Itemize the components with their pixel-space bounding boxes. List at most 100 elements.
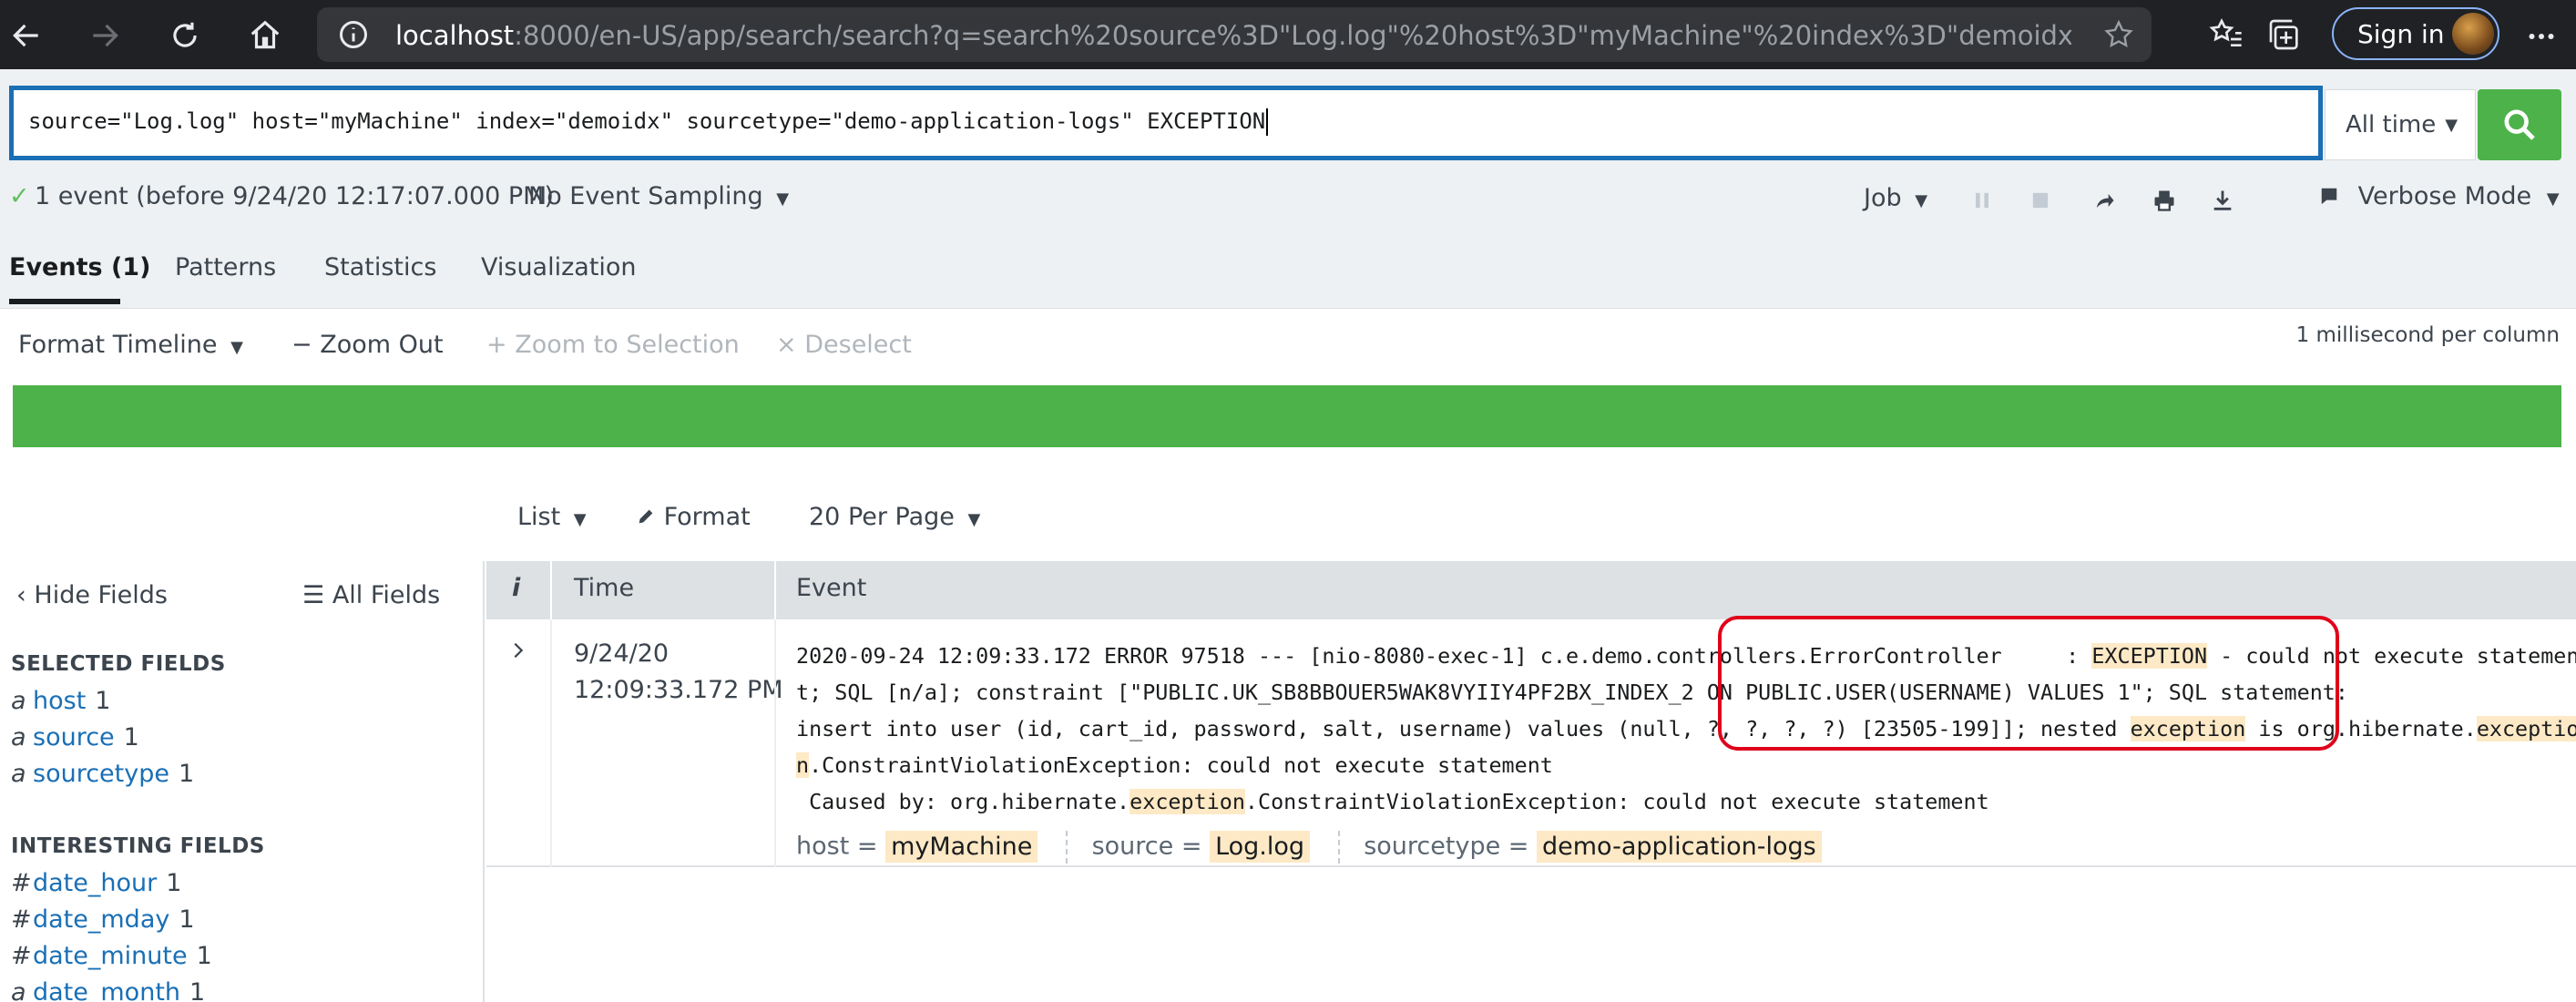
site-info-icon[interactable] bbox=[337, 18, 370, 51]
refresh-button[interactable] bbox=[162, 13, 208, 58]
sign-in-label: Sign in bbox=[2357, 18, 2445, 49]
tab-visualization[interactable]: Visualization bbox=[481, 253, 637, 281]
interesting-fields-heading: INTERESTING FIELDS bbox=[11, 834, 265, 858]
field-count: 1 bbox=[196, 942, 212, 970]
search-term-highlight[interactable]: n bbox=[796, 752, 810, 778]
more-options-icon[interactable] bbox=[2523, 20, 2560, 53]
field-item[interactable]: a sourcetype 1 bbox=[11, 760, 194, 788]
event-sampling-menu[interactable]: No Event Sampling ▼ bbox=[528, 182, 789, 210]
stop-icon[interactable] bbox=[2028, 188, 2053, 213]
search-icon bbox=[2504, 109, 2535, 140]
deselect-button[interactable]: × Deselect bbox=[776, 331, 912, 359]
field-value[interactable]: demo-application-logs bbox=[1537, 830, 1822, 863]
field-type-icon: a bbox=[11, 687, 26, 715]
field-item[interactable]: #date_hour 1 bbox=[11, 869, 181, 897]
caret-down-icon: ▼ bbox=[2445, 115, 2458, 135]
timeline-histogram-bar[interactable] bbox=[13, 385, 2561, 447]
raw-segment: .ConstraintViolationException: could not… bbox=[809, 752, 1553, 778]
address-bar[interactable]: localhost:8000/en-US/app/search/search?q… bbox=[317, 7, 2152, 62]
field-count: 1 bbox=[178, 760, 195, 788]
format-timeline-menu[interactable]: Format Timeline ▼ bbox=[18, 331, 243, 359]
per-page-label: 20 Per Page bbox=[809, 503, 955, 531]
raw-line: Caused by: org.hibernate.exception.Const… bbox=[796, 783, 2572, 820]
selected-fields-heading: SELECTED FIELDS bbox=[11, 652, 226, 676]
tab-statistics[interactable]: Statistics bbox=[324, 253, 436, 281]
format-button[interactable]: Format bbox=[636, 503, 751, 531]
forward-button[interactable] bbox=[82, 13, 128, 58]
back-arrow-icon bbox=[13, 24, 38, 47]
caret-down-icon: ▼ bbox=[230, 338, 243, 357]
results-controls: List ▼ Format 20 Per Page ▼ bbox=[0, 492, 2576, 547]
event-date: 9/24/20 bbox=[574, 639, 670, 668]
forward-arrow-icon bbox=[93, 24, 118, 47]
search-query-input[interactable]: source="Log.log" host="myMachine" index=… bbox=[9, 86, 2323, 160]
tab-patterns[interactable]: Patterns bbox=[175, 253, 276, 281]
export-icon[interactable] bbox=[2210, 188, 2235, 213]
search-button[interactable] bbox=[2478, 89, 2561, 160]
all-fields-label: All Fields bbox=[332, 581, 441, 609]
search-term-highlight[interactable]: exceptio bbox=[2476, 716, 2576, 741]
search-query-text: source="Log.log" host="myMachine" index=… bbox=[28, 108, 1266, 134]
search-term-highlight[interactable]: exception bbox=[2130, 716, 2246, 741]
zoom-out-label: Zoom Out bbox=[320, 331, 444, 359]
favorite-star-icon[interactable] bbox=[2102, 18, 2135, 51]
raw-segment: 2020-09-24 12:09:33.172 ERROR 97518 --- … bbox=[796, 643, 2092, 669]
share-icon[interactable] bbox=[2091, 188, 2117, 213]
time-range-picker[interactable]: All time ▼ bbox=[2325, 89, 2476, 160]
active-tab-indicator bbox=[9, 299, 120, 304]
pause-icon[interactable] bbox=[1969, 188, 1995, 213]
field-count: 1 bbox=[95, 687, 111, 715]
event-raw-text: 2020-09-24 12:09:33.172 ERROR 97518 --- … bbox=[796, 638, 2576, 820]
zoom-out-button[interactable]: − Zoom Out bbox=[291, 331, 444, 359]
field-item[interactable]: #date_minute 1 bbox=[11, 942, 212, 970]
url-text: localhost:8000/en-US/app/search/search?q… bbox=[395, 20, 2071, 51]
field-item[interactable]: a source 1 bbox=[11, 723, 139, 752]
field-item[interactable]: #date_mday 1 bbox=[11, 905, 195, 934]
search-term-highlight[interactable]: exception bbox=[1130, 789, 1245, 814]
job-menu[interactable]: Job ▼ bbox=[1864, 184, 1927, 212]
collections-icon[interactable] bbox=[2266, 16, 2303, 53]
field-separator bbox=[1066, 831, 1068, 864]
field-item[interactable]: a date_month 1 bbox=[11, 978, 205, 1002]
favorites-list-icon[interactable] bbox=[2208, 16, 2244, 53]
search-term-highlight[interactable]: EXCEPTION bbox=[2091, 643, 2208, 669]
field-name: sourcetype bbox=[33, 760, 169, 788]
tab-events[interactable]: Events (1) bbox=[9, 253, 150, 281]
zoom-to-selection-button[interactable]: + Zoom to Selection bbox=[486, 331, 740, 359]
print-icon[interactable] bbox=[2152, 188, 2177, 213]
field-item[interactable]: a host 1 bbox=[11, 687, 110, 715]
list-view-menu[interactable]: List ▼ bbox=[517, 503, 587, 531]
home-button[interactable] bbox=[242, 13, 288, 58]
sign-in-button[interactable]: Sign in bbox=[2332, 7, 2499, 60]
search-mode-icon bbox=[2321, 188, 2337, 205]
all-fields-button[interactable]: ☰ All Fields bbox=[302, 581, 440, 609]
field-type-icon: # bbox=[11, 905, 32, 934]
chevron-left-icon: ‹ bbox=[16, 581, 26, 609]
event-column-header: Event bbox=[796, 574, 867, 602]
back-button[interactable] bbox=[4, 13, 49, 58]
field-key: sourcetype = bbox=[1364, 832, 1529, 861]
event-clock: 12:09:33.172 PM bbox=[574, 676, 783, 704]
raw-segment: insert into user (id, cart_id, password,… bbox=[796, 716, 2131, 741]
fields-sidebar: ‹ Hide Fields ☰ All Fields SELECTED FIEL… bbox=[0, 561, 485, 1002]
field-key: host = bbox=[796, 832, 878, 861]
raw-segment: Caused by: org.hibernate. bbox=[796, 789, 1130, 814]
job-menu-label: Job bbox=[1864, 184, 1902, 212]
hide-fields-button[interactable]: ‹ Hide Fields bbox=[16, 581, 168, 609]
search-mode-menu[interactable]: Verbose Mode ▼ bbox=[2319, 182, 2560, 210]
field-name: date_minute bbox=[33, 942, 188, 970]
field-name: host bbox=[33, 687, 87, 715]
chevron-right-icon[interactable] bbox=[508, 638, 528, 663]
field-value[interactable]: Log.log bbox=[1210, 830, 1311, 863]
field-value[interactable]: myMachine bbox=[885, 830, 1038, 863]
info-column-header: i bbox=[512, 574, 521, 602]
hide-fields-label: Hide Fields bbox=[34, 581, 168, 609]
time-column-header[interactable]: Time bbox=[574, 574, 634, 602]
field-name: source bbox=[33, 723, 115, 752]
per-page-menu[interactable]: 20 Per Page ▼ bbox=[809, 503, 980, 531]
timeline-panel: Format Timeline ▼ − Zoom Out + Zoom to S… bbox=[0, 308, 2576, 463]
raw-line: n.ConstraintViolationException: could no… bbox=[796, 747, 2572, 783]
format-label: Format bbox=[663, 503, 751, 531]
field-count: 1 bbox=[166, 869, 182, 897]
field-type-icon: a bbox=[11, 760, 26, 788]
